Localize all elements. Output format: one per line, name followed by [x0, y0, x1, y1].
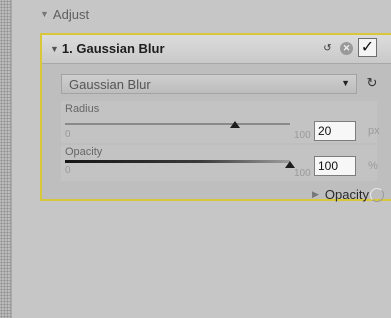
adjust-panel: ▼ Adjust ▼ 1. Gaussian Blur ↺ ✕ ✓ Gaussi… — [12, 0, 391, 318]
card-title-toggle[interactable]: ▼ 1. Gaussian Blur — [50, 41, 165, 56]
opacity-input[interactable] — [314, 156, 356, 176]
opacity-slider-track[interactable] — [65, 160, 290, 163]
panel-splitter[interactable] — [0, 0, 12, 318]
opacity-max: 100 — [294, 168, 311, 179]
radius-input[interactable] — [314, 121, 356, 141]
radius-min: 0 — [65, 129, 71, 140]
close-icon[interactable]: ✕ — [340, 42, 353, 55]
gaussian-blur-card: ▼ 1. Gaussian Blur ↺ ✕ ✓ Gaussian Blur ▼… — [40, 33, 391, 202]
radius-section: Radius 0 100 px — [61, 101, 380, 143]
disclosure-right-icon: ▶ — [312, 189, 319, 199]
card-header: ▼ 1. Gaussian Blur ↺ ✕ ✓ — [42, 35, 391, 64]
opacity-unit: % — [368, 160, 378, 172]
undo-icon[interactable]: ↺ — [321, 42, 334, 55]
radius-label: Radius — [65, 103, 100, 115]
opacity-section: Opacity 0 100 % — [61, 145, 378, 181]
adjust-section-header[interactable]: ▼ Adjust — [40, 6, 89, 22]
opacity-slider-thumb[interactable] — [285, 161, 295, 168]
radius-slider-track[interactable] — [65, 123, 290, 125]
enable-checkbox[interactable]: ✓ — [358, 38, 377, 57]
chevron-down-icon: ▼ — [341, 78, 350, 88]
disclosure-down-icon: ▼ — [50, 43, 59, 54]
radius-unit: px — [368, 125, 380, 137]
radius-slider-thumb[interactable] — [230, 121, 240, 128]
adjust-label: Adjust — [52, 6, 90, 22]
radius-max: 100 — [294, 130, 311, 141]
card-title: 1. Gaussian Blur — [61, 41, 165, 56]
preset-icon[interactable]: ↻ — [364, 75, 380, 91]
dropdown-value: Gaussian Blur — [69, 77, 151, 92]
disclosure-down-icon: ▼ — [40, 9, 49, 19]
opacity-subsection-toggle[interactable]: ▶ Opacity — [312, 187, 369, 202]
opacity-radio[interactable] — [370, 188, 384, 202]
opacity-label: Opacity — [65, 146, 103, 158]
opacity-min: 0 — [65, 165, 71, 176]
filter-type-dropdown[interactable]: Gaussian Blur ▼ — [61, 74, 357, 94]
footer-opacity-label: Opacity — [324, 187, 369, 202]
